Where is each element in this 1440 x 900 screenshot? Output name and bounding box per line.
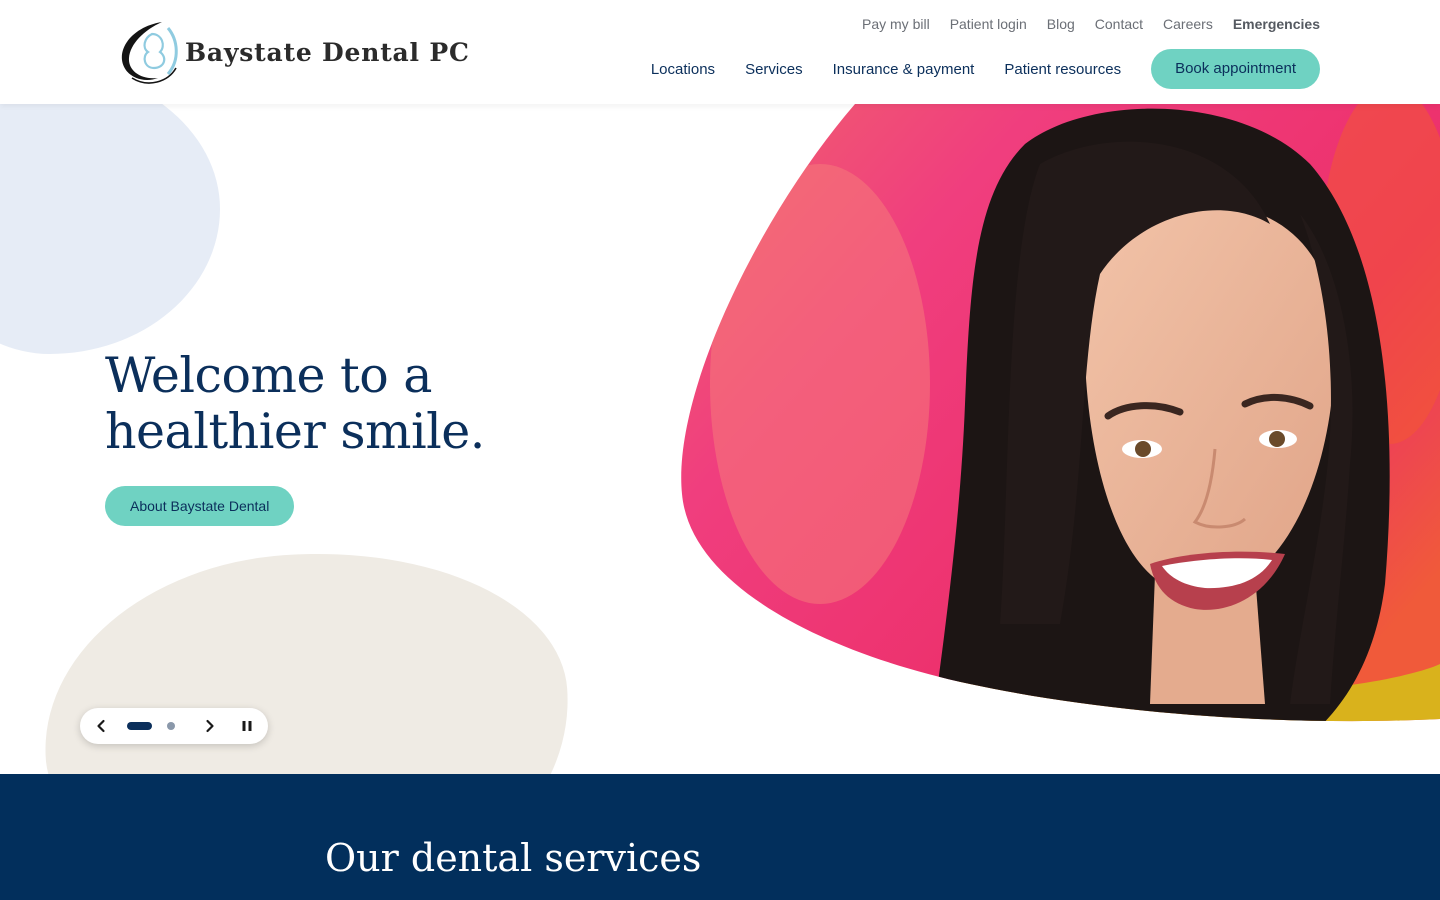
site-header: Baystate Dental PC Pay my bill Patient l… [0,0,1440,104]
utility-link-contact[interactable]: Contact [1095,16,1143,32]
utility-link-blog[interactable]: Blog [1047,16,1075,32]
nav-item-insurance-payment[interactable]: Insurance & payment [833,61,975,78]
carousel-dot[interactable] [166,722,175,730]
hero-section: Welcome to a healthier smile. About Bays… [0,104,1440,774]
main-nav: Locations Services Insurance & payment P… [651,49,1320,89]
about-baystate-button[interactable]: About Baystate Dental [105,486,295,526]
utility-link-careers[interactable]: Careers [1163,16,1213,32]
services-section: Our dental services [0,774,1440,900]
carousel-controls [80,708,268,744]
hero-title: Welcome to a healthier smile. [105,347,485,460]
nav-item-services[interactable]: Services [745,61,803,78]
book-appointment-button[interactable]: Book appointment [1151,49,1320,89]
services-title: Our dental services [325,836,702,880]
baystate-logo-icon [121,22,178,84]
carousel-next-chevron-right-icon[interactable] [203,718,218,734]
utility-link-pay-bill[interactable]: Pay my bill [862,16,930,32]
carousel-dots [126,722,175,730]
utility-link-emergencies[interactable]: Emergencies [1233,16,1320,32]
brand-name: Baystate Dental PC [185,37,470,67]
utility-link-patient-login[interactable]: Patient login [950,16,1027,32]
utility-nav: Pay my bill Patient login Blog Contact C… [862,16,1320,32]
nav-item-patient-resources[interactable]: Patient resources [1004,61,1121,78]
brand-logo-link[interactable]: Baystate Dental PC [118,18,470,86]
carousel-dot-active[interactable] [126,722,152,730]
nav-item-locations[interactable]: Locations [651,61,715,78]
carousel-pause-icon[interactable] [239,718,254,734]
carousel-prev-chevron-left-icon[interactable] [94,718,109,734]
